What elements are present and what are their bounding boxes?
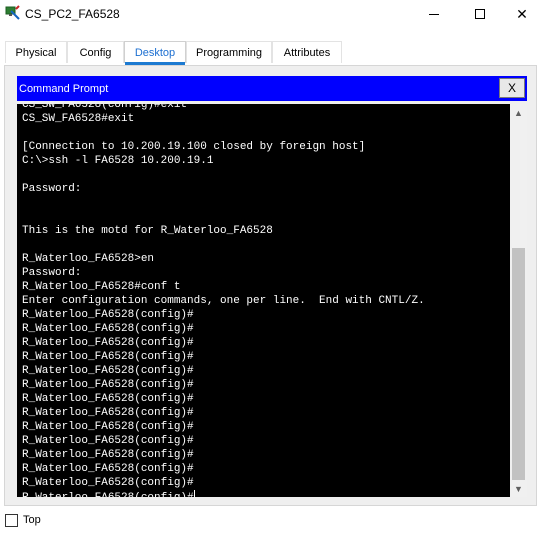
scroll-up-icon[interactable]: ▲ xyxy=(510,104,527,121)
packet-tracer-pc-icon xyxy=(5,5,20,20)
command-prompt-window: Command Prompt X CS_SW_FA6528(config)#ex… xyxy=(17,76,527,497)
bottom-bar: Top xyxy=(0,506,545,534)
command-prompt-close-button[interactable]: X xyxy=(499,78,525,98)
desktop-panel: Command Prompt X CS_SW_FA6528(config)#ex… xyxy=(4,65,537,506)
close-button[interactable]: ✕ xyxy=(499,0,545,28)
terminal-line: R_Waterloo_FA6528(config)# xyxy=(22,379,194,391)
top-checkbox[interactable] xyxy=(5,514,18,527)
tab-programming[interactable]: Programming xyxy=(186,41,272,63)
terminal-line: R_Waterloo_FA6528(config)# xyxy=(22,421,194,433)
tab-strip: Physical Config Desktop Programming Attr… xyxy=(0,28,545,65)
tab-attributes[interactable]: Attributes xyxy=(272,41,342,63)
text-cursor xyxy=(193,490,195,497)
terminal-line: R_Waterloo_FA6528(config)# xyxy=(22,435,194,447)
terminal-line: Password: xyxy=(22,183,82,195)
terminal-line: [Connection to 10.200.19.100 closed by f… xyxy=(22,141,366,153)
terminal-line: R_Waterloo_FA6528(config)# xyxy=(22,463,194,475)
maximize-icon xyxy=(475,9,485,19)
terminal-line: R_Waterloo_FA6528(config)# xyxy=(22,323,194,335)
top-label: Top xyxy=(23,514,41,526)
terminal-line: R_Waterloo_FA6528#conf t xyxy=(22,281,181,293)
terminal-line: R_Waterloo_FA6528(config)# xyxy=(22,407,194,419)
window-title: CS_PC2_FA6528 xyxy=(25,7,120,21)
terminal-line: CS_SW_FA6528(config)#exit xyxy=(22,104,188,111)
minimize-button[interactable] xyxy=(411,0,457,28)
terminal-line: CS_SW_FA6528#exit xyxy=(22,113,135,125)
maximize-button[interactable] xyxy=(457,0,503,28)
tab-physical[interactable]: Physical xyxy=(5,41,67,63)
terminal-line: R_Waterloo_FA6528(config)# xyxy=(22,351,194,363)
scrollbar-thumb[interactable] xyxy=(512,248,525,480)
minimize-icon xyxy=(429,13,439,15)
tab-desktop[interactable]: Desktop xyxy=(124,41,186,65)
terminal-text: CS_SW_FA6528(config)#exit CS_SW_FA6528#ex… xyxy=(22,104,508,497)
terminal-line: R_Waterloo_FA6528(config)# xyxy=(22,393,194,405)
command-prompt-header: Command Prompt X xyxy=(17,76,527,101)
terminal-line: R_Waterloo_FA6528(config)# xyxy=(22,477,194,489)
terminal-line: R_Waterloo_FA6528(config)# xyxy=(22,365,194,377)
tab-config[interactable]: Config xyxy=(67,41,124,63)
terminal-line: Password: xyxy=(22,267,82,279)
terminal-line: C:\>ssh -l FA6528 10.200.19.1 xyxy=(22,155,214,167)
terminal-line: R_Waterloo_FA6528(config)# xyxy=(22,309,194,321)
terminal-line: R_Waterloo_FA6528>en xyxy=(22,253,155,265)
command-prompt-title: Command Prompt xyxy=(19,83,109,95)
close-icon: ✕ xyxy=(516,5,528,22)
terminal-output[interactable]: CS_SW_FA6528(config)#exit CS_SW_FA6528#ex… xyxy=(17,104,527,497)
terminal-line: R_Waterloo_FA6528(config)# xyxy=(22,337,194,349)
terminal-scrollbar[interactable]: ▲ ▼ xyxy=(510,104,527,497)
terminal-line: R_Waterloo_FA6528(config)# xyxy=(22,490,508,497)
terminal-line: This is the motd for R_Waterloo_FA6528 xyxy=(22,225,273,237)
terminal-line: R_Waterloo_FA6528(config)# xyxy=(22,449,194,461)
terminal-line: Enter configuration commands, one per li… xyxy=(22,295,425,307)
title-bar[interactable]: CS_PC2_FA6528 ✕ xyxy=(0,0,545,28)
scroll-down-icon[interactable]: ▼ xyxy=(510,480,527,497)
